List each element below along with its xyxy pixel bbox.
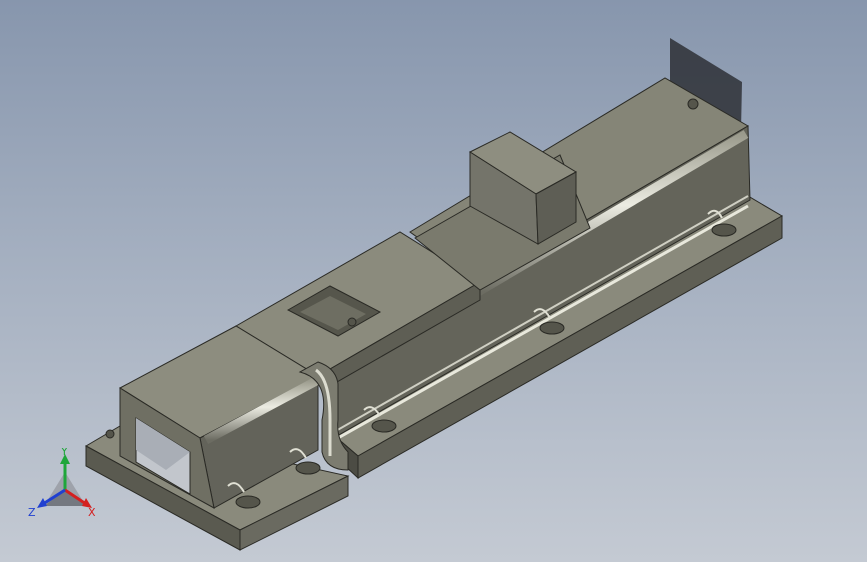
mounting-hole[interactable] [539,321,565,335]
3d-viewport[interactable]: X Y Z [0,0,867,562]
mounting-hole[interactable] [295,461,321,475]
cad-model-canvas[interactable] [0,0,867,562]
left-flange-hole[interactable] [105,429,115,439]
x-axis-label: X [88,506,96,519]
mounting-hole[interactable] [371,419,397,433]
mounting-hole[interactable] [711,223,737,237]
top-end-hole[interactable] [687,98,699,110]
window-screw-hole [347,317,357,327]
orientation-triad[interactable]: X Y Z [28,448,102,522]
z-axis-label: Z [28,506,36,519]
mounting-hole[interactable] [235,495,261,509]
z-axis-arrow-icon [37,498,47,508]
y-axis-label: Y [60,448,68,458]
